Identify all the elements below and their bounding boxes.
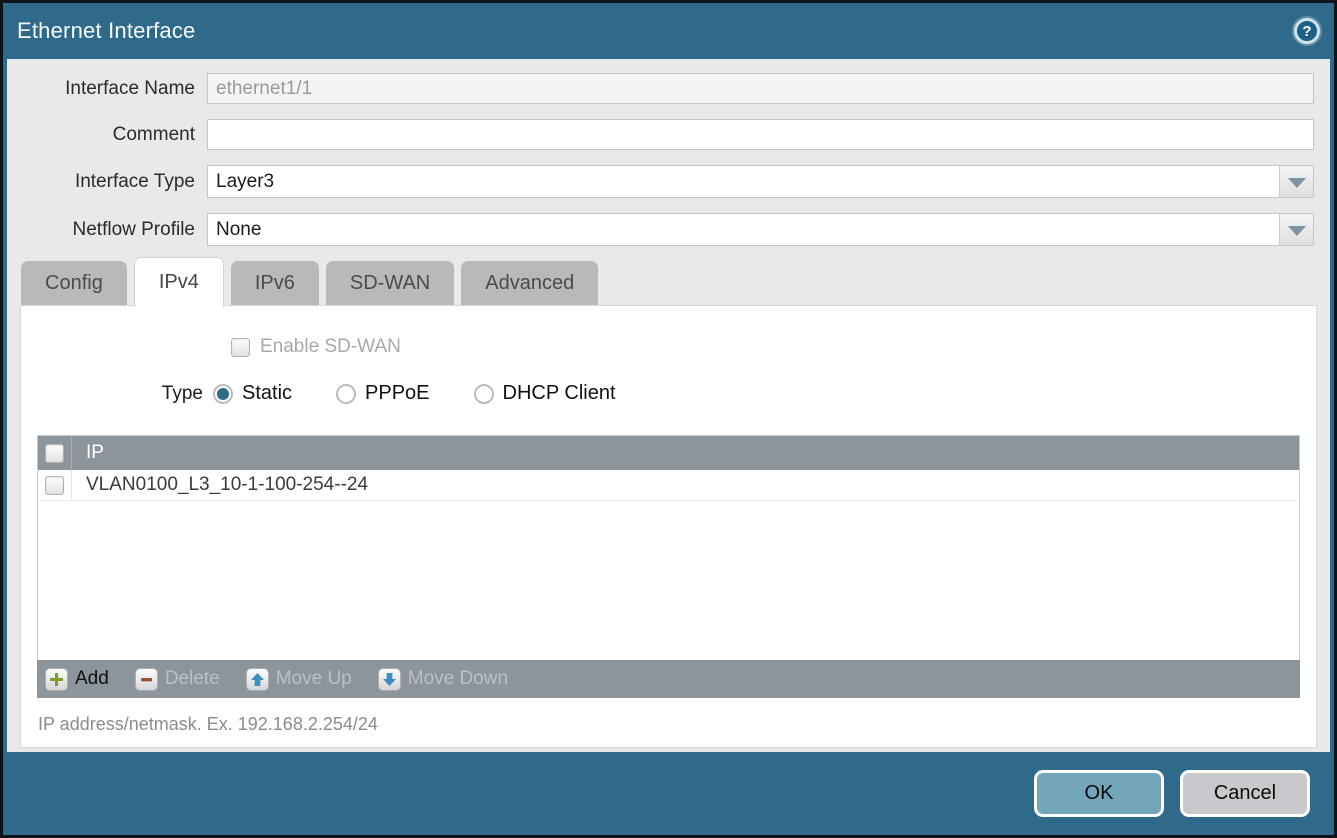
- title-bar: Ethernet Interface ?: [3, 3, 1334, 59]
- ip-format-hint: IP address/netmask. Ex. 192.168.2.254/24: [38, 714, 1316, 735]
- interface-type-row: Interface Type Layer3: [7, 165, 1330, 198]
- type-radio-group: Type Static PPPoE DHCP Client: [21, 382, 1316, 405]
- move-down-button[interactable]: Move Down: [378, 668, 508, 691]
- add-icon: [45, 668, 68, 691]
- tab-sdwan[interactable]: SD-WAN: [326, 261, 454, 305]
- radio-option-dhcp-client[interactable]: DHCP Client: [474, 382, 616, 405]
- radio-static-icon[interactable]: [213, 384, 233, 404]
- interface-type-select[interactable]: Layer3: [207, 165, 1314, 198]
- enable-sdwan-checkbox[interactable]: [231, 338, 250, 357]
- tab-ipv4[interactable]: IPv4: [134, 257, 224, 307]
- move-down-button-label: Move Down: [408, 668, 508, 690]
- type-label: Type: [21, 383, 213, 405]
- ip-cell: VLAN0100_L3_10-1-100-254--24: [72, 470, 368, 500]
- ipv4-tab-panel: Enable SD-WAN Type Static PPPoE DHCP Cli…: [20, 305, 1317, 748]
- ip-table-body: VLAN0100_L3_10-1-100-254--24: [38, 470, 1299, 660]
- tab-advanced[interactable]: Advanced: [461, 261, 598, 305]
- interface-type-label: Interface Type: [7, 171, 207, 193]
- radio-pppoe-icon[interactable]: [336, 384, 356, 404]
- netflow-profile-label: Netflow Profile: [7, 219, 207, 241]
- interface-name-field: [207, 73, 1314, 104]
- ip-table-header: IP: [38, 436, 1299, 470]
- move-up-button-label: Move Up: [276, 668, 352, 690]
- delete-button-label: Delete: [165, 668, 220, 690]
- comment-row: Comment: [7, 119, 1330, 150]
- radio-dhcp-icon[interactable]: [474, 384, 494, 404]
- select-all-checkbox[interactable]: [45, 444, 64, 463]
- tab-ipv6[interactable]: IPv6: [231, 261, 319, 305]
- comment-label: Comment: [7, 124, 207, 146]
- radio-static-label: Static: [242, 382, 292, 405]
- move-up-button[interactable]: Move Up: [246, 668, 352, 691]
- radio-pppoe-label: PPPoE: [365, 382, 429, 405]
- dialog-footer: OK Cancel: [3, 752, 1334, 835]
- chevron-down-icon[interactable]: [1279, 166, 1313, 197]
- netflow-profile-select[interactable]: None: [207, 213, 1314, 246]
- add-button[interactable]: Add: [45, 668, 109, 691]
- move-down-icon: [378, 668, 401, 691]
- netflow-profile-row: Netflow Profile None: [7, 213, 1330, 246]
- interface-type-value: Layer3: [208, 166, 1279, 197]
- tab-strip: Config IPv4 IPv6 SD-WAN Advanced: [21, 261, 1330, 305]
- enable-sdwan-label: Enable SD-WAN: [260, 336, 401, 358]
- chevron-down-icon[interactable]: [1279, 214, 1313, 245]
- dialog-body: Interface Name Comment Interface Type La…: [7, 59, 1330, 752]
- ok-button[interactable]: OK: [1034, 770, 1164, 817]
- ip-column-header: IP: [72, 436, 104, 470]
- dialog-title: Ethernet Interface: [17, 18, 195, 44]
- netflow-profile-value: None: [208, 214, 1279, 245]
- interface-name-row: Interface Name: [7, 73, 1330, 104]
- enable-sdwan-row: Enable SD-WAN: [231, 336, 1316, 358]
- move-up-icon: [246, 668, 269, 691]
- cancel-button[interactable]: Cancel: [1180, 770, 1310, 817]
- table-row[interactable]: VLAN0100_L3_10-1-100-254--24: [38, 470, 1299, 501]
- ethernet-interface-dialog: Ethernet Interface ? Interface Name Comm…: [0, 0, 1337, 838]
- interface-name-label: Interface Name: [7, 78, 207, 100]
- radio-option-pppoe[interactable]: PPPoE: [336, 382, 429, 405]
- ip-table: IP VLAN0100_L3_10-1-100-254--24: [37, 435, 1300, 660]
- add-button-label: Add: [75, 668, 109, 690]
- comment-field[interactable]: [207, 119, 1314, 150]
- table-toolbar: Add Delete Move Up: [37, 660, 1300, 698]
- tab-config[interactable]: Config: [21, 261, 127, 305]
- row-checkbox[interactable]: [45, 476, 64, 495]
- radio-option-static[interactable]: Static: [213, 382, 292, 405]
- delete-icon: [135, 668, 158, 691]
- delete-button[interactable]: Delete: [135, 668, 220, 691]
- radio-dhcp-label: DHCP Client: [503, 382, 616, 405]
- help-icon[interactable]: ?: [1294, 18, 1320, 44]
